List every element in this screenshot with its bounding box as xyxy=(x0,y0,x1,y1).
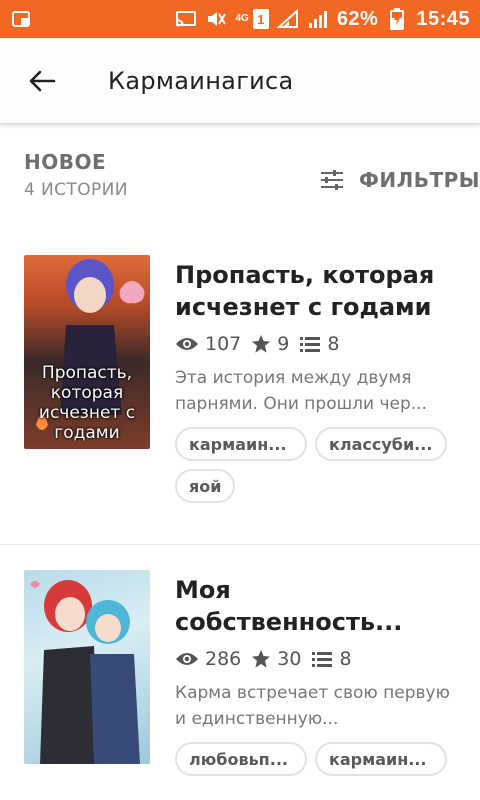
story-cover[interactable]: Пропасть, которая исчезнет с годами xyxy=(24,255,150,449)
story-stats: 107 9 8 xyxy=(175,333,465,355)
story-stats: 286 30 8 xyxy=(175,648,465,670)
story-cover[interactable] xyxy=(24,570,150,764)
tag-list: любовьп... кармаин... xyxy=(175,742,455,776)
star-icon xyxy=(252,650,271,668)
votes-stat: 30 xyxy=(251,648,301,670)
list-icon xyxy=(300,337,321,352)
signal-icon xyxy=(276,9,299,29)
tag-chip[interactable]: кармаин... xyxy=(175,427,307,461)
clock: 15:45 xyxy=(416,7,470,30)
notification-icon xyxy=(10,9,32,29)
page-title: Кармаинагиса xyxy=(108,66,294,95)
cast-icon xyxy=(175,9,197,29)
mute-icon xyxy=(205,9,227,29)
cover-caption: Пропасть, которая исчезнет с годами xyxy=(38,363,136,443)
eye-icon xyxy=(176,338,198,350)
story-title[interactable]: Моя собственность... xyxy=(175,574,465,638)
app-bar: Кармаинагиса xyxy=(0,38,480,124)
list-icon xyxy=(312,652,333,667)
parts-count: 8 xyxy=(327,333,340,355)
eye-icon xyxy=(176,653,198,665)
votes-stat: 9 xyxy=(251,333,289,355)
sim-slot-badge: 1 xyxy=(252,9,269,29)
reads-count: 286 xyxy=(205,648,242,670)
story-item[interactable]: Пропасть, которая исчезнет с годами Проп… xyxy=(0,255,480,545)
tag-chip[interactable]: кармаин... xyxy=(315,742,447,776)
votes-count: 30 xyxy=(277,648,302,670)
reads-stat: 107 xyxy=(175,333,241,355)
reads-stat: 286 xyxy=(175,648,241,670)
battery-level: 62% xyxy=(336,7,379,30)
battery-charging-icon xyxy=(386,8,408,30)
tag-list: кармаин... классуби... яой xyxy=(175,427,455,503)
story-description: Карма встречает свою первую и единственн… xyxy=(175,683,450,729)
story-item[interactable]: Моя собственность... 286 30 8 Карма встр… xyxy=(0,570,480,800)
tag-chip[interactable]: яой xyxy=(175,469,236,503)
story-title[interactable]: Пропасть, которая исчезнет с годами xyxy=(175,259,465,323)
parts-stat: 8 xyxy=(299,333,339,355)
network-type: 4G xyxy=(235,13,249,24)
status-bar: 4G 1 62% 15:45 xyxy=(0,0,480,38)
votes-count: 9 xyxy=(277,333,290,355)
tag-chip[interactable]: классуби... xyxy=(315,427,447,461)
story-description: Эта история между двумя парнями. Они про… xyxy=(175,368,427,414)
sliders-icon xyxy=(321,170,344,190)
parts-count: 8 xyxy=(339,648,352,670)
parts-stat: 8 xyxy=(311,648,352,670)
tag-chip[interactable]: любовьп... xyxy=(175,742,307,776)
filters-label: ФИЛЬТРЫ xyxy=(359,168,480,192)
signal-bars-icon xyxy=(307,9,329,29)
arrow-left-icon xyxy=(29,70,56,91)
star-icon xyxy=(252,335,271,353)
reads-count: 107 xyxy=(205,333,242,355)
filters-button[interactable]: ФИЛЬТРЫ xyxy=(319,168,480,192)
cover-artwork xyxy=(30,580,140,764)
section-header: НОВОЕ 4 ИСТОРИИ ФИЛЬТРЫ xyxy=(24,150,480,220)
back-button[interactable] xyxy=(12,51,72,111)
